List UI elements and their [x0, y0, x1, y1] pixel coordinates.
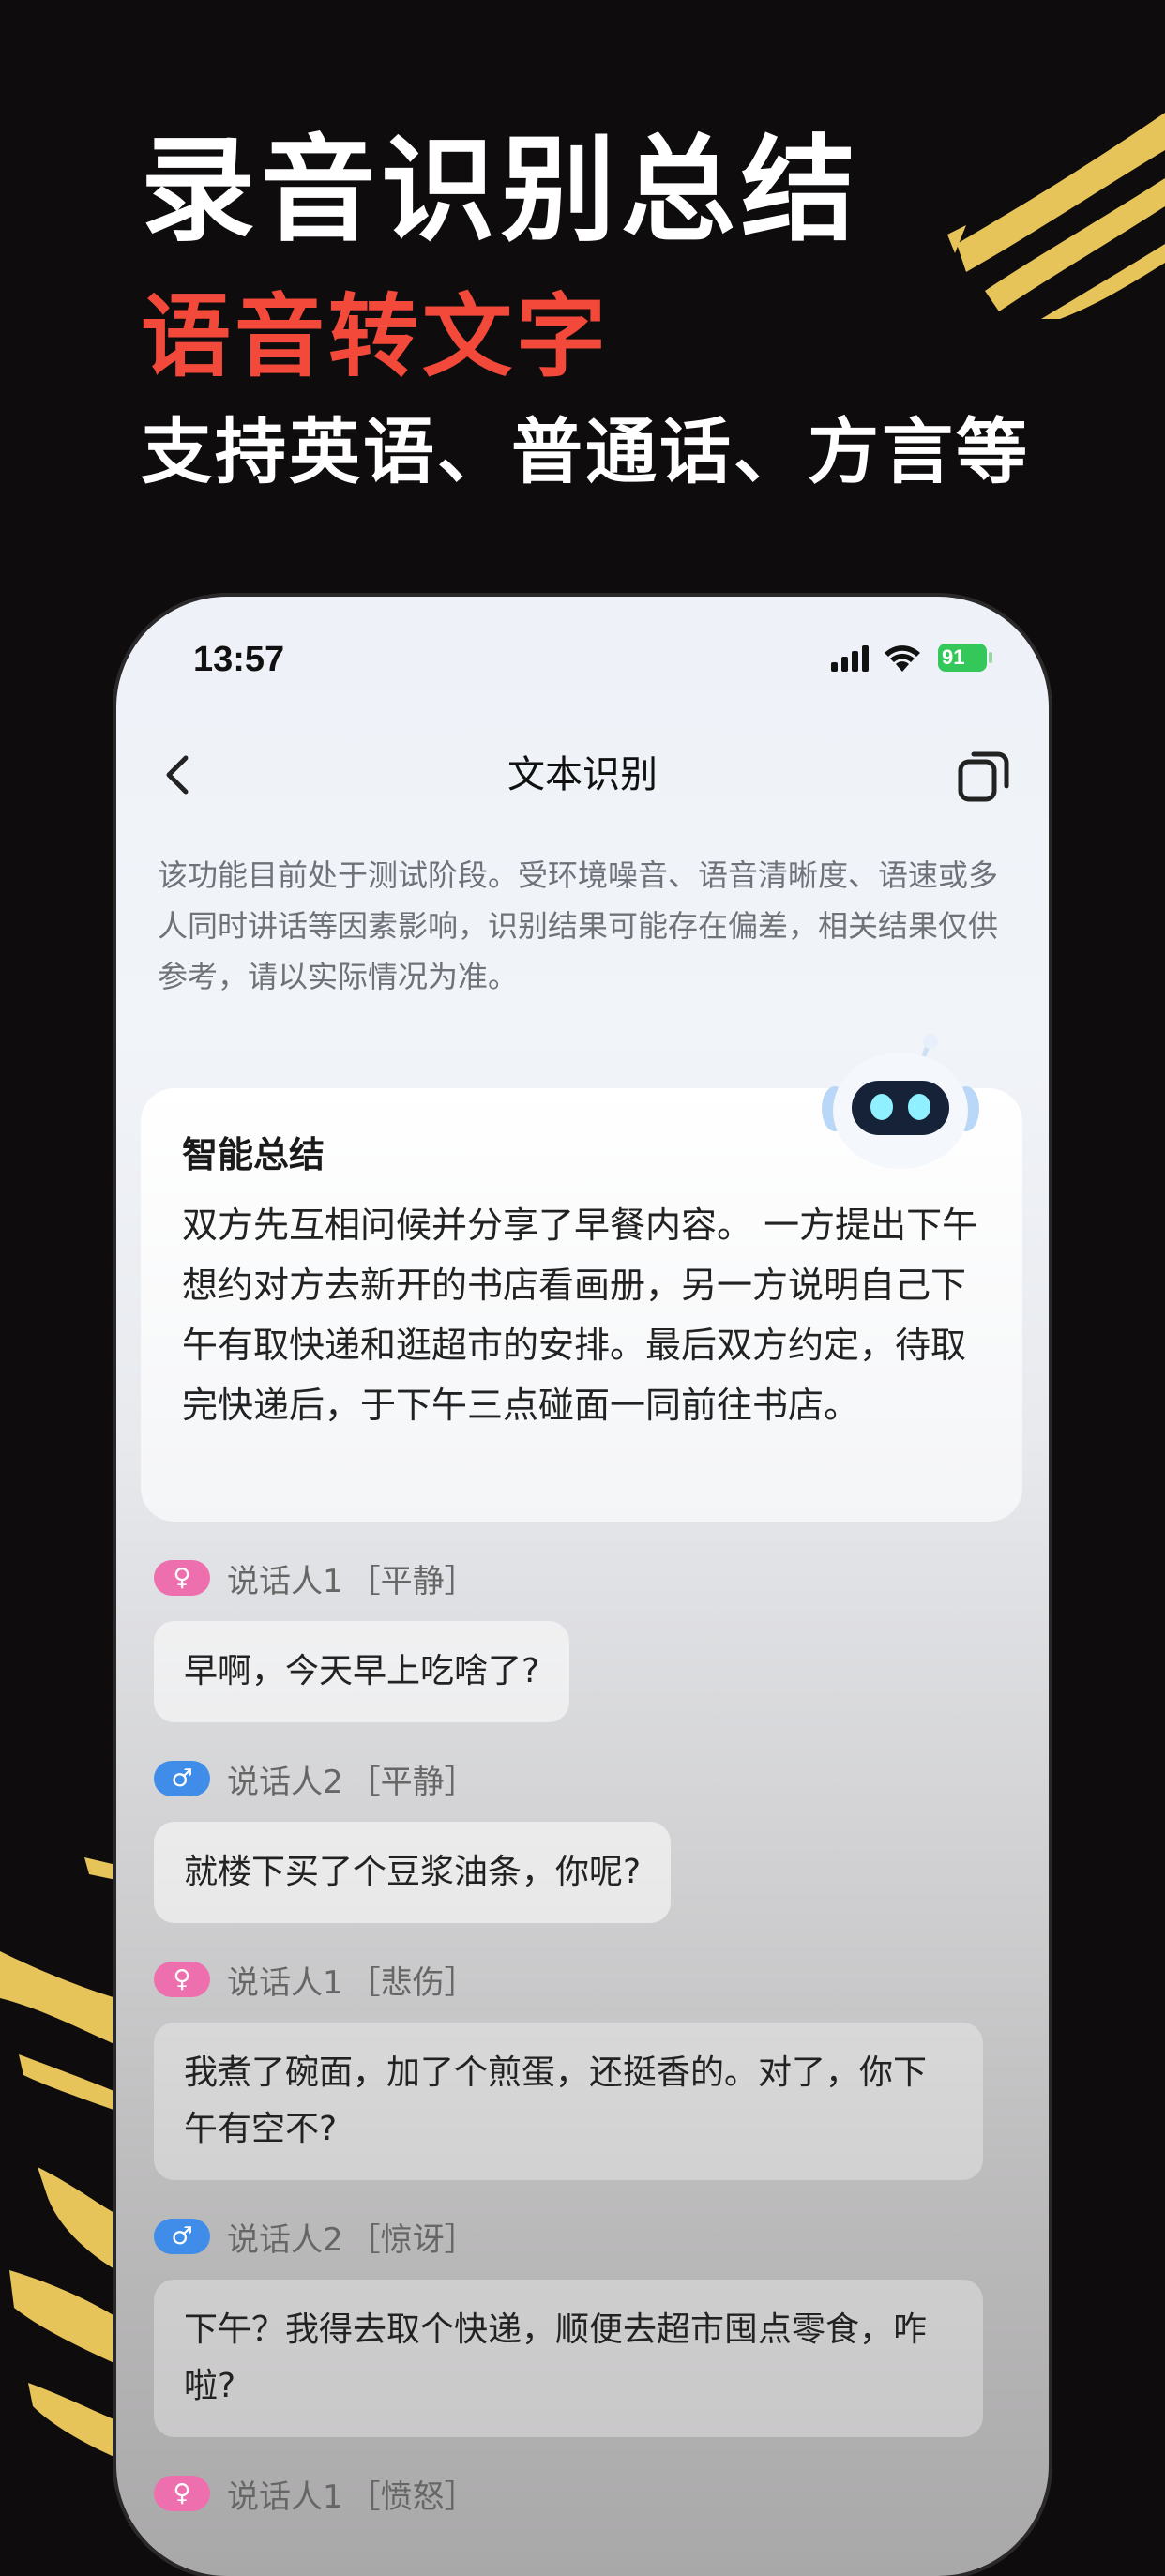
battery-cap [989, 652, 992, 663]
speaker-emotion: ［悲伤］ [348, 1963, 477, 2002]
page-title: 文本识别 [507, 753, 658, 796]
summary-body: 双方先互相问候并分享了早餐内容。 一方提出下午想约对方去新开的书店看画册，另一方… [182, 1205, 978, 1426]
speaker-emotion: ［平静］ [348, 1562, 477, 1600]
message-bubble: 我煮了碗面，加了个煎蛋，还挺香的。对了，你下午有空不? [154, 2023, 983, 2180]
promo-headline: 录音识别总结 [141, 124, 861, 257]
summary-title: 智能总结 [182, 1134, 325, 1175]
speaker-line: ♂ 说话人2 ［惊讶］ [154, 2212, 1017, 2261]
message-bubble: 就楼下买了个豆浆油条，你呢? [154, 1822, 672, 1923]
speaker-name: 说话人1 [227, 2478, 343, 2516]
speaker-name: 说话人2 [227, 1763, 343, 1801]
promo-subheadline-red: 语音转文字 [141, 284, 610, 389]
wifi-icon [885, 645, 920, 672]
battery-level: 91 [938, 644, 987, 672]
conversation-turn: ♀ 说话人1 ［悲伤］ 我煮了碗面，加了个煎蛋，还挺香的。对了，你下午有空不? [154, 1955, 1017, 2180]
speaker-name: 说话人1 [227, 1963, 343, 2002]
cellular-signal-icon [831, 645, 869, 672]
battery-indicator: 91 [938, 644, 992, 672]
nav-bar: 文本识别 [116, 728, 1049, 822]
brush-stroke-top-right [947, 113, 1165, 319]
female-icon: ♀ [154, 1962, 210, 1997]
speaker-emotion: ［愤怒］ [348, 2478, 477, 2516]
speaker-line: ♀ 说话人1 ［悲伤］ [154, 1955, 1017, 2004]
message-bubble: 下午？我得去取个快递，顺便去超市囤点零食，咋啦? [154, 2280, 983, 2437]
conversation-turn: ♀ 说话人1 ［愤怒］ [154, 2469, 1017, 2518]
speaker-name: 说话人1 [227, 1562, 343, 1600]
female-icon: ♀ [154, 1560, 210, 1596]
speaker-line: ♂ 说话人2 ［平静］ [154, 1754, 1017, 1803]
message-bubble: 早啊，今天早上吃啥了? [154, 1621, 570, 1722]
copy-icon[interactable] [955, 747, 1013, 805]
robot-mascot-icon [822, 1034, 979, 1169]
conversation-turn: ♀ 说话人1 ［平静］ 早啊，今天早上吃啥了? [154, 1553, 1017, 1722]
speaker-emotion: ［平静］ [348, 1763, 477, 1801]
phone-screen: 13:57 91 文本识别 该功能目前处于测试阶段。受环境噪音、语音清晰度、语速… [116, 597, 1049, 2576]
conversation-list: ♀ 说话人1 ［平静］ 早啊，今天早上吃啥了? ♂ 说话人2 ［平静］ 就楼下买… [154, 1553, 1017, 2550]
beta-disclaimer: 该功能目前处于测试阶段。受环境噪音、语音清晰度、语速或多人同时讲话等因素影响，识… [158, 857, 999, 994]
speaker-name: 说话人2 [227, 2220, 343, 2259]
status-time: 13:57 [193, 640, 285, 679]
promo-subheadline-white: 支持英语、普通话、方言等 [141, 410, 1030, 493]
male-icon: ♂ [154, 2219, 210, 2254]
conversation-turn: ♂ 说话人2 ［平静］ 就楼下买了个豆浆油条，你呢? [154, 1754, 1017, 1923]
speaker-emotion: ［惊讶］ [348, 2220, 477, 2259]
status-bar: 13:57 91 [116, 597, 1049, 709]
male-icon: ♂ [154, 1761, 210, 1796]
female-icon: ♀ [154, 2476, 210, 2511]
brush-stroke-left [0, 1857, 116, 2458]
speaker-line: ♀ 说话人1 ［平静］ [154, 1553, 1017, 1602]
speaker-line: ♀ 说话人1 ［愤怒］ [154, 2469, 1017, 2518]
conversation-turn: ♂ 说话人2 ［惊讶］ 下午？我得去取个快递，顺便去超市囤点零食，咋啦? [154, 2212, 1017, 2437]
